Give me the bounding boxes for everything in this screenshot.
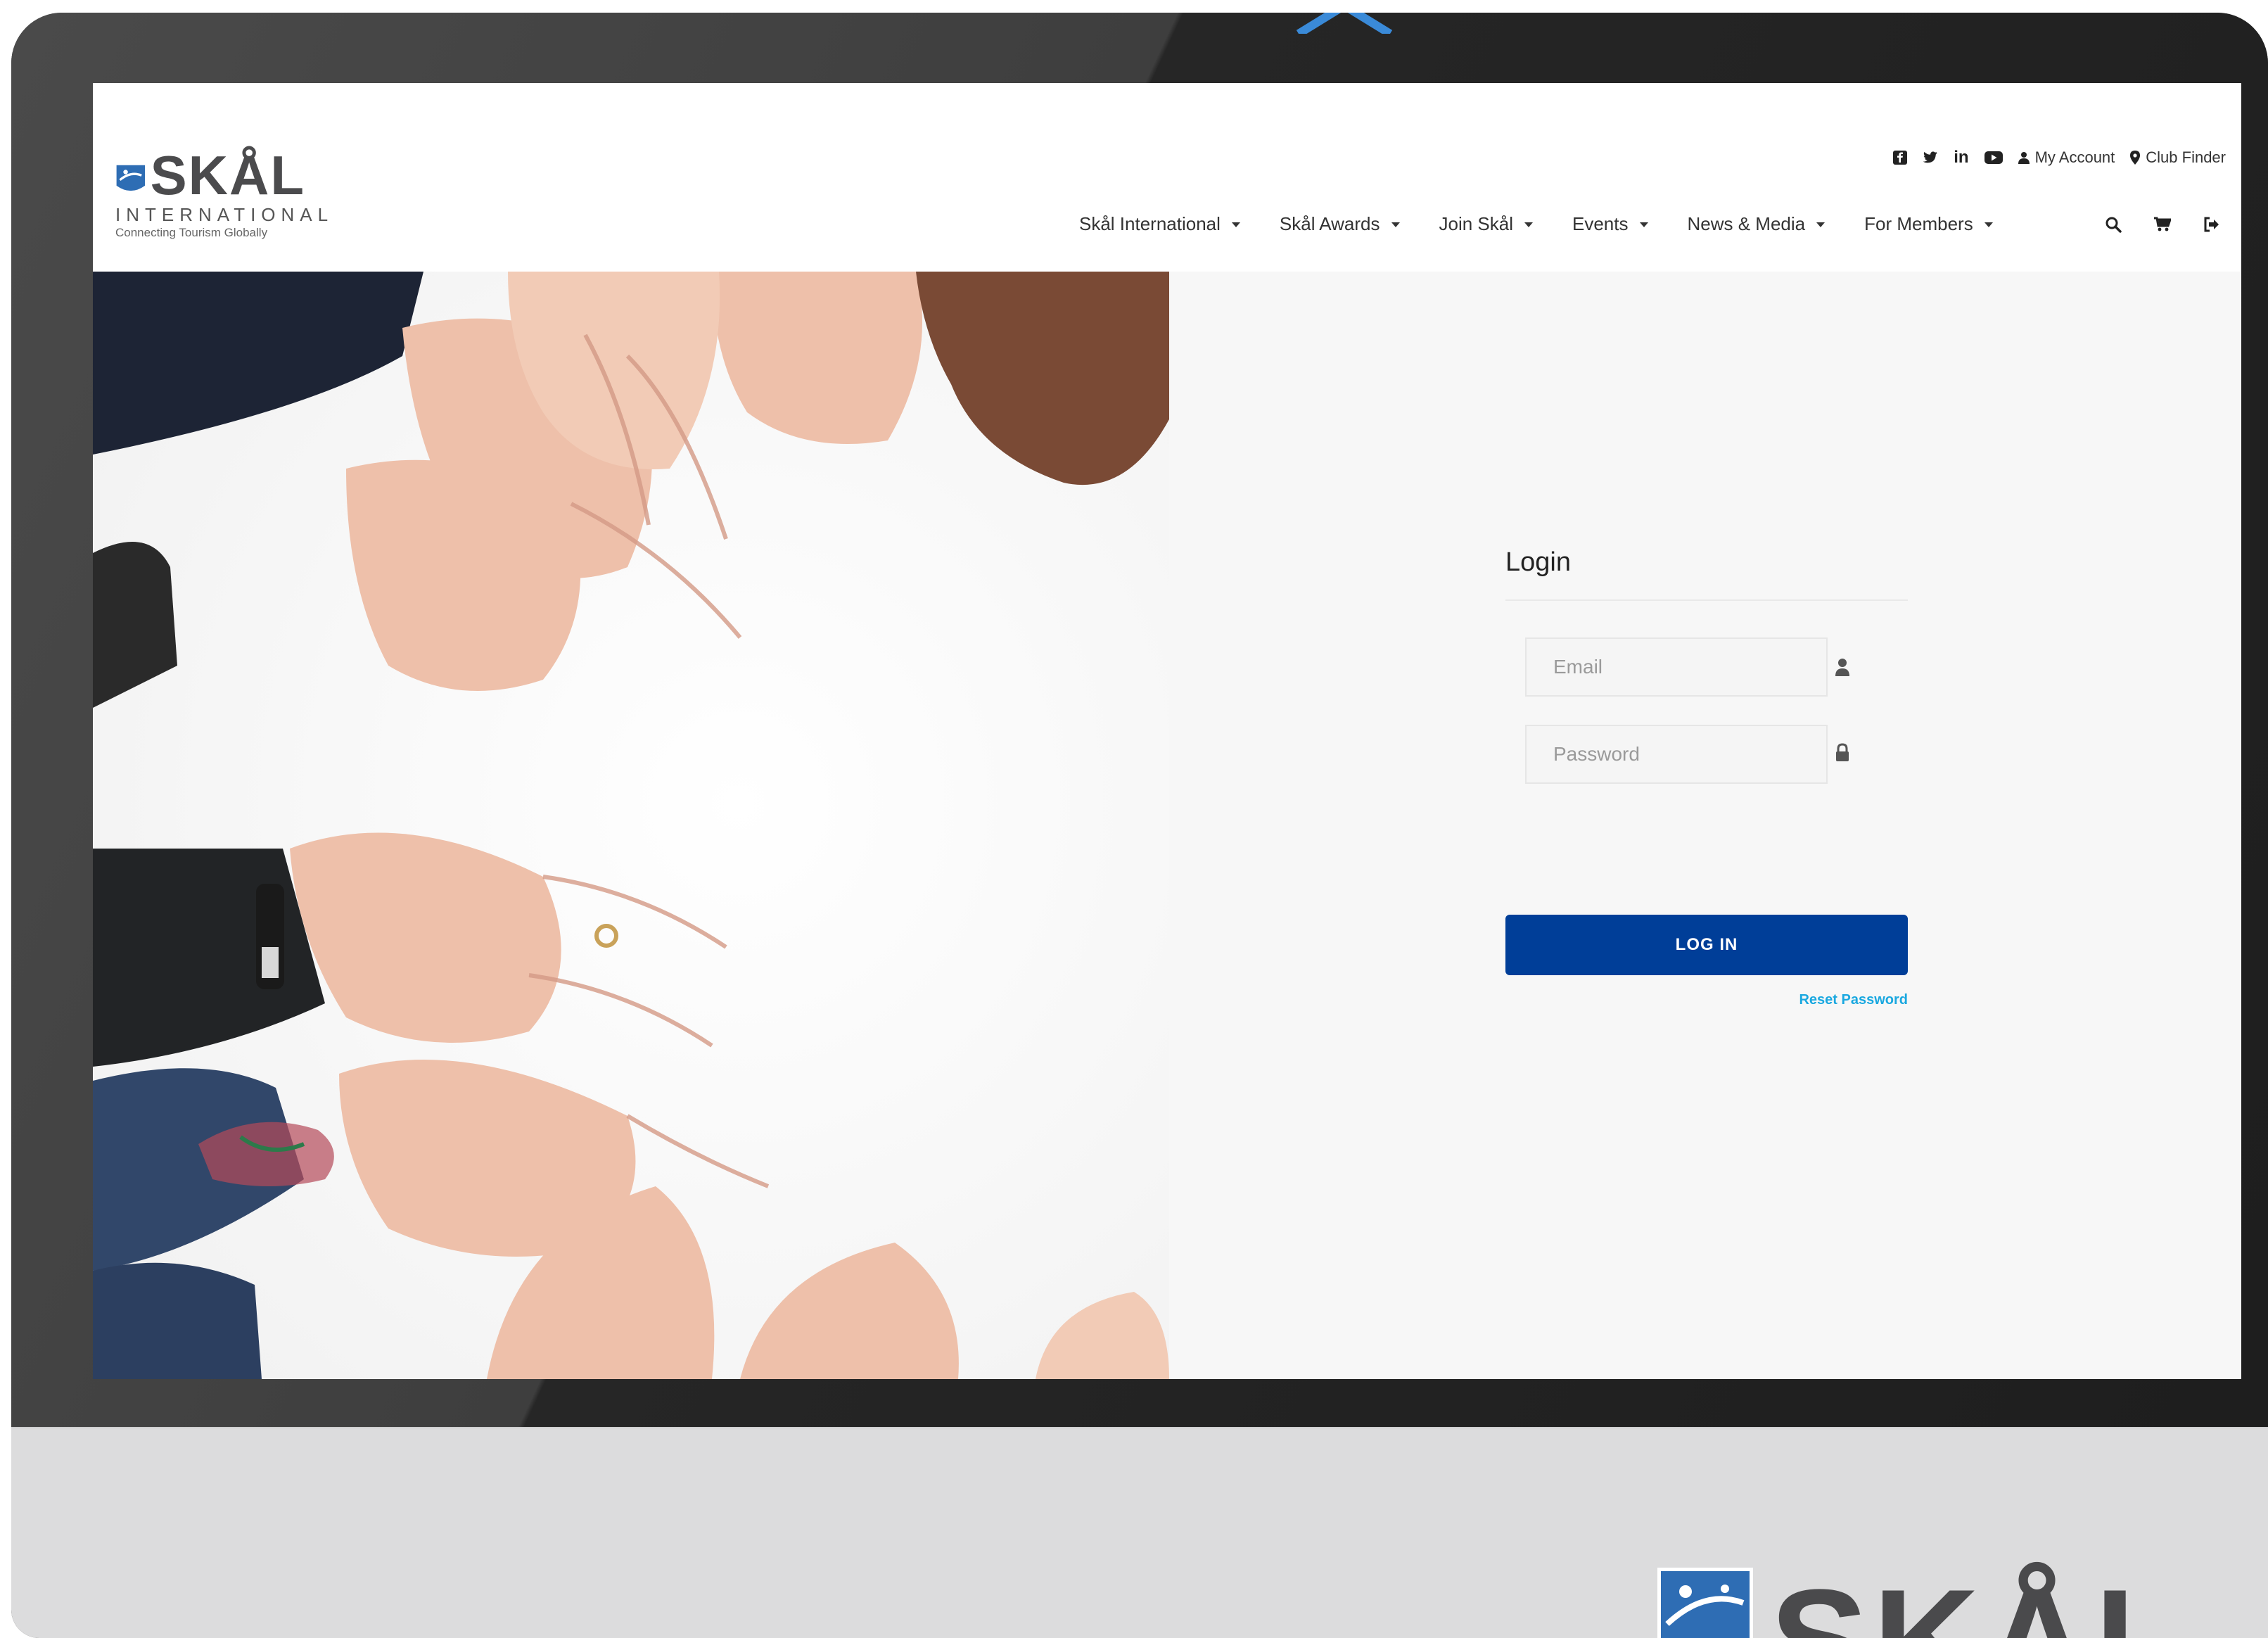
nav-item-label: Join Skål xyxy=(1439,212,1514,234)
caret-down-icon xyxy=(1231,222,1240,227)
nav-item-label: For Members xyxy=(1864,212,1973,234)
logo-wordmark: SKÅL xyxy=(150,144,305,206)
lock-icon xyxy=(1836,743,1849,761)
youtube-icon[interactable] xyxy=(1984,148,2003,167)
logo-subtitle: INTERNATIONAL xyxy=(115,204,334,225)
map-marker-icon xyxy=(2130,151,2141,165)
search-icon[interactable] xyxy=(2105,215,2122,234)
nav-item-label: News & Media xyxy=(1687,212,1806,234)
hero-image-hands xyxy=(93,272,1169,1379)
browser-screen: SKÅL INTERNATIONAL Connecting Tourism Gl… xyxy=(93,83,2241,1379)
site-logo[interactable]: SKÅL INTERNATIONAL Connecting Tourism Gl… xyxy=(115,148,334,243)
nav-item-label: Events xyxy=(1572,212,1629,234)
caret-down-icon xyxy=(1391,222,1400,227)
email-field-wrapper xyxy=(1525,637,1828,697)
password-input[interactable] xyxy=(1527,726,1826,782)
header-tools xyxy=(2105,212,2220,236)
user-icon xyxy=(2018,152,2030,164)
caret-down-icon xyxy=(1524,222,1533,227)
skal-emblem-icon xyxy=(1657,1568,1753,1638)
user-icon xyxy=(1835,659,1849,676)
nav-item-join-skal[interactable]: Join Skål xyxy=(1439,212,1533,235)
password-field-wrapper xyxy=(1525,725,1828,784)
email-input[interactable] xyxy=(1527,639,1826,695)
logo-tagline: Connecting Tourism Globally xyxy=(115,226,268,239)
facebook-icon[interactable] xyxy=(1893,148,1908,167)
my-account-link[interactable]: My Account xyxy=(2018,148,2115,167)
login-button[interactable]: LOG IN xyxy=(1505,915,1908,975)
club-finder-link[interactable]: Club Finder xyxy=(2130,148,2226,167)
nav-item-news-media[interactable]: News & Media xyxy=(1688,213,1826,235)
cart-icon[interactable] xyxy=(2154,215,2171,234)
reset-password-link[interactable]: Reset Password xyxy=(1799,992,1908,1008)
nav-item-label: Skål International xyxy=(1079,212,1221,234)
site-header: SKÅL INTERNATIONAL Connecting Tourism Gl… xyxy=(93,83,2241,272)
login-title: Login xyxy=(1505,547,1571,577)
nav-item-skal-awards[interactable]: Skål Awards xyxy=(1280,213,1400,235)
login-panel: Login LOG IN Reset Password xyxy=(1169,272,2241,1379)
nav-item-events[interactable]: Events xyxy=(1572,213,1648,235)
caret-down-icon xyxy=(1816,222,1826,227)
utility-bar: in My Account Club Finder xyxy=(1893,148,2226,167)
top-accent-chevron-icon xyxy=(1296,13,1393,34)
monitor-frame: SKÅL INTERNATIONAL Connecting Tourism Gl… xyxy=(11,13,2268,1638)
nav-item-skal-international[interactable]: Skål International xyxy=(1079,213,1240,235)
caret-down-icon xyxy=(1984,222,1993,227)
skal-emblem-icon xyxy=(116,165,146,191)
club-finder-label: Club Finder xyxy=(2146,148,2226,166)
twitter-icon[interactable] xyxy=(1923,148,1938,167)
linkedin-icon[interactable]: in xyxy=(1954,148,1968,167)
logout-icon[interactable] xyxy=(2203,215,2220,234)
chin-wordmark: SKÅL xyxy=(1770,1568,2189,1638)
monitor-chin: SKÅL xyxy=(11,1427,2268,1638)
my-account-label: My Account xyxy=(2034,148,2115,166)
main-navigation: Skål International Skål Awards Join Skål… xyxy=(1079,210,2032,238)
caret-down-icon xyxy=(1639,222,1648,227)
nav-item-for-members[interactable]: For Members xyxy=(1864,213,1993,235)
chin-logo: SKÅL xyxy=(1657,1568,2189,1638)
login-divider xyxy=(1505,599,1908,601)
nav-item-label: Skål Awards xyxy=(1279,212,1380,234)
